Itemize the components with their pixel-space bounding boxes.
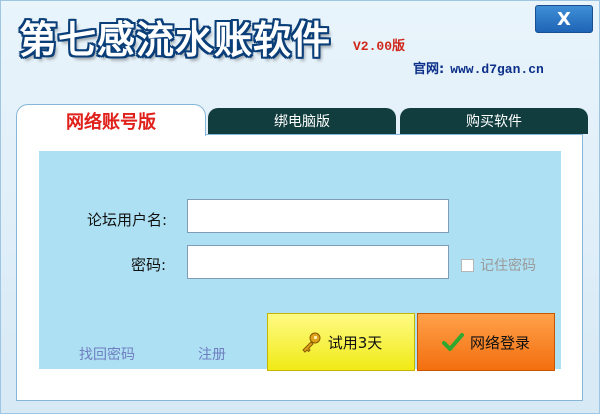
close-icon: X — [557, 8, 571, 30]
username-label: 论坛用户名: — [87, 211, 168, 229]
website-info: 官网: www.d7gan.cn — [413, 58, 544, 77]
key-icon — [300, 331, 322, 353]
version-label: V2.00版 — [353, 39, 406, 54]
app-window: 第七感流水账软件 V2.00版 X 官网: www.d7gan.cn 网络账号版 … — [0, 0, 600, 414]
forgot-password-link[interactable]: 找回密码 — [79, 344, 135, 364]
close-button[interactable]: X — [535, 5, 593, 33]
login-label: 网络登录 — [469, 333, 530, 352]
remember-checkbox[interactable] — [461, 258, 474, 272]
website-url[interactable]: www.d7gan.cn — [450, 62, 544, 77]
tab-network-account[interactable]: 网络账号版 — [16, 104, 206, 136]
username-input[interactable] — [187, 199, 449, 233]
app-title: 第七感流水账软件 — [19, 18, 332, 62]
login-form: 论坛用户名: 密码: 记住密码 找回密码 注册 试用3天 网络登录 — [39, 151, 561, 371]
tab-panel: 论坛用户名: 密码: 记住密码 找回密码 注册 试用3天 网络登录 — [16, 134, 583, 401]
remember-password[interactable]: 记住密码 — [461, 255, 536, 275]
trial-button[interactable]: 试用3天 — [267, 313, 415, 371]
tab-bind-computer[interactable]: 绑电脑版 — [208, 108, 396, 134]
website-label: 官网: — [413, 62, 445, 77]
network-login-button[interactable]: 网络登录 — [417, 313, 555, 371]
register-link[interactable]: 注册 — [198, 344, 226, 364]
tab-buy-software[interactable]: 购买软件 — [400, 108, 588, 134]
checkmark-icon — [441, 332, 464, 352]
password-input[interactable] — [187, 245, 449, 279]
password-label: 密码: — [131, 256, 167, 274]
trial-label: 试用3天 — [327, 333, 383, 352]
remember-label: 记住密码 — [480, 258, 536, 274]
